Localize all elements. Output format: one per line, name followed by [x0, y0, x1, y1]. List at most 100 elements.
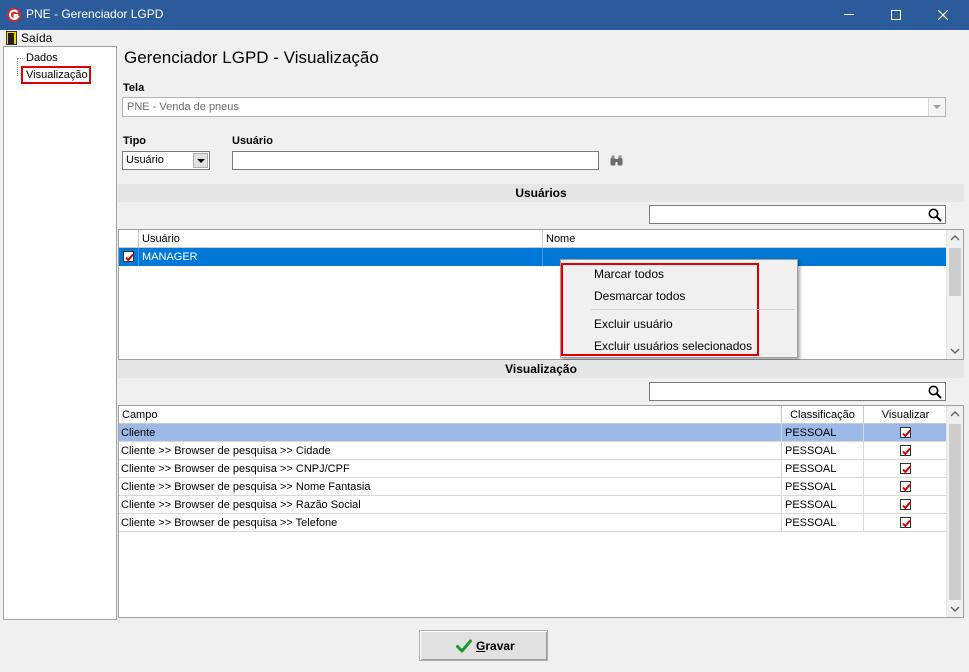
classificacao-cell: PESSOAL [782, 496, 864, 514]
tree-connector [17, 58, 25, 59]
usuarios-scrollbar[interactable] [946, 230, 963, 359]
tipo-label: Tipo [123, 135, 147, 147]
tipo-select[interactable]: Usuário [122, 151, 210, 170]
maximize-icon [891, 10, 901, 20]
tree-item-dados[interactable]: Dados [26, 52, 58, 64]
visualizar-cell[interactable] [864, 442, 947, 460]
visualizar-checkbox[interactable] [900, 517, 911, 528]
column-header-classificacao[interactable]: Classificação [782, 406, 864, 424]
row-checkbox[interactable] [123, 251, 134, 262]
classificacao-cell: PESSOAL [782, 424, 864, 442]
exit-label: Saída [21, 31, 53, 45]
visualizacao-scrollbar[interactable] [946, 406, 963, 617]
checkmark-icon [456, 639, 472, 653]
checkmark-icon [902, 483, 911, 492]
checkmark-icon [902, 519, 911, 528]
menu-item-marcar-todos[interactable]: Marcar todos [594, 267, 664, 281]
visualizar-cell[interactable] [864, 514, 947, 532]
menu-item-excluir-selecionados[interactable]: Excluir usuários selecionados [594, 339, 752, 353]
campo-cell: Cliente [119, 424, 782, 442]
tree-connector [17, 58, 18, 76]
table-row[interactable]: MANAGER [119, 248, 947, 266]
usuarios-search-input[interactable] [649, 205, 946, 224]
table-row[interactable]: Cliente >> Browser de pesquisa >> Telefo… [119, 514, 947, 532]
usuario-label: Usuário [232, 135, 273, 147]
visualizar-cell[interactable] [864, 478, 947, 496]
tela-dropdown-button[interactable] [928, 98, 945, 116]
visualizar-checkbox[interactable] [900, 463, 911, 474]
column-header-visualizar[interactable]: Visualizar [864, 406, 947, 424]
scroll-up-icon[interactable] [947, 406, 963, 423]
visualizar-checkbox[interactable] [900, 481, 911, 492]
usuarios-grid-header: Usuário Nome [119, 230, 947, 248]
close-button[interactable] [920, 0, 966, 30]
tree-item-visualizacao[interactable]: Visualização [21, 66, 91, 84]
usuario-input[interactable] [232, 151, 599, 170]
app-logo-icon [7, 8, 21, 22]
visualizacao-search-input[interactable] [649, 382, 946, 401]
menu-item-excluir-usuario[interactable]: Excluir usuário [594, 317, 673, 331]
scrollbar-thumb[interactable] [949, 248, 961, 296]
checkmark-icon [902, 429, 911, 438]
scroll-down-icon[interactable] [947, 342, 963, 359]
window-title: PNE - Gerenciador LGPD [26, 7, 164, 21]
column-header-usuario[interactable]: Usuário [139, 230, 543, 248]
checkbox-column-header[interactable] [119, 230, 139, 248]
classificacao-cell: PESSOAL [782, 514, 864, 532]
visualizar-cell[interactable] [864, 496, 947, 514]
minimize-button[interactable] [826, 0, 872, 30]
table-row[interactable]: Cliente >> Browser de pesquisa >> Nome F… [119, 478, 947, 496]
table-row[interactable]: Cliente >> Browser de pesquisa >> Razão … [119, 496, 947, 514]
close-icon [938, 10, 948, 20]
save-button[interactable]: Gravar [419, 630, 548, 661]
scroll-up-icon[interactable] [947, 230, 963, 247]
campo-cell: Cliente >> Browser de pesquisa >> CNPJ/C… [119, 460, 782, 478]
search-icon[interactable] [928, 208, 942, 222]
search-icon[interactable] [928, 385, 942, 399]
visualizacao-grid-header: Campo Classificação Visualizar [119, 406, 947, 424]
navigation-tree: Dados Visualização [3, 46, 117, 620]
tipo-value: Usuário [126, 154, 164, 166]
campo-cell: Cliente >> Browser de pesquisa >> Telefo… [119, 514, 782, 532]
tela-label: Tela [123, 82, 145, 94]
usuarios-section-title: Usuários [515, 186, 567, 200]
tela-select[interactable]: PNE - Venda de pneus [122, 97, 946, 117]
usuario-cell: MANAGER [139, 248, 543, 266]
column-header-nome[interactable]: Nome [543, 230, 947, 248]
visualizar-cell[interactable] [864, 424, 947, 442]
column-header-campo[interactable]: Campo [119, 406, 782, 424]
tipo-dropdown-button[interactable] [193, 153, 208, 168]
chevron-down-icon [933, 105, 941, 109]
menu-separator [591, 309, 795, 310]
campo-cell: Cliente >> Browser de pesquisa >> Cidade [119, 442, 782, 460]
title-bar: PNE - Gerenciador LGPD [0, 0, 969, 30]
campo-cell: Cliente >> Browser de pesquisa >> Nome F… [119, 478, 782, 496]
usuarios-section-header: Usuários [118, 184, 964, 202]
scrollbar-thumb[interactable] [949, 424, 961, 600]
campo-cell: Cliente >> Browser de pesquisa >> Razão … [119, 496, 782, 514]
visualizar-checkbox[interactable] [900, 499, 911, 510]
checkmark-icon [125, 253, 134, 262]
tela-value: PNE - Venda de pneus [127, 101, 239, 113]
exit-door-icon [6, 31, 17, 45]
scroll-down-icon[interactable] [947, 600, 963, 617]
visualizar-cell[interactable] [864, 460, 947, 478]
visualizar-checkbox[interactable] [900, 445, 911, 456]
usuarios-grid: Usuário Nome MANAGER [118, 229, 964, 360]
exit-menu-item[interactable]: Saída [1, 30, 56, 46]
menu-item-desmarcar-todos[interactable]: Desmarcar todos [594, 289, 685, 303]
page-title: Gerenciador LGPD - Visualização [124, 48, 379, 67]
table-row[interactable]: Cliente >> Browser de pesquisa >> Cidade… [119, 442, 947, 460]
binoculars-search-icon[interactable] [610, 155, 623, 166]
visualizar-checkbox[interactable] [900, 427, 911, 438]
maximize-button[interactable] [873, 0, 919, 30]
context-menu: Marcar todos Desmarcar todos Excluir usu… [560, 259, 798, 358]
tree-item-label: Visualização [26, 69, 88, 81]
checkmark-icon [902, 465, 911, 474]
table-row[interactable]: Cliente PESSOAL [119, 424, 947, 442]
visualizacao-section-title: Visualização [505, 362, 577, 376]
table-row[interactable]: Cliente >> Browser de pesquisa >> CNPJ/C… [119, 460, 947, 478]
minimize-icon [844, 14, 854, 15]
row-checkbox-cell[interactable] [119, 248, 139, 266]
chevron-down-icon [197, 159, 205, 163]
